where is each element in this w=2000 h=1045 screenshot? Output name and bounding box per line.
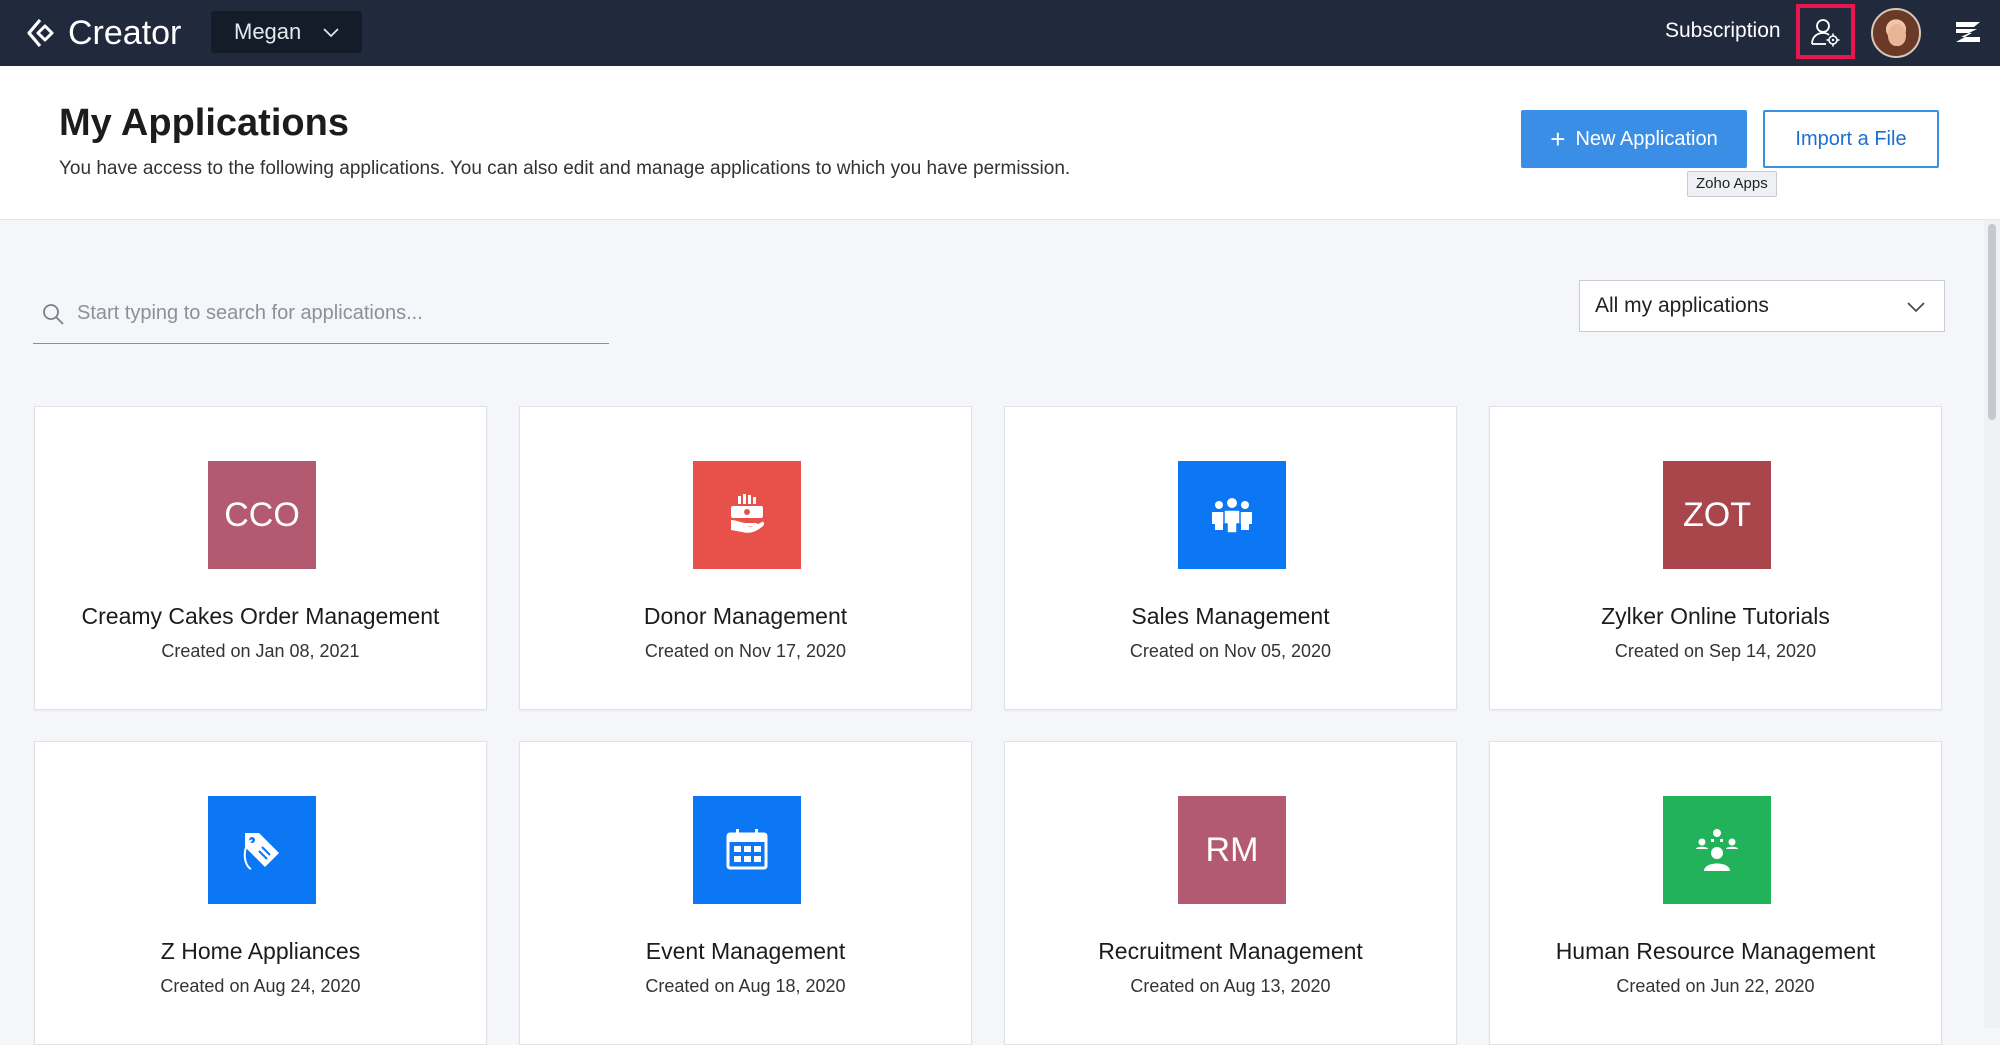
- page-title: My Applications: [59, 102, 349, 144]
- page-scrollbar[interactable]: [1984, 220, 2000, 1028]
- new-application-label: New Application: [1575, 127, 1718, 150]
- app-icon-initials: ZOT: [1663, 461, 1771, 569]
- people-group-icon: [1178, 461, 1286, 569]
- app-created-date: Created on Jun 22, 2020: [1616, 976, 1815, 996]
- search-input[interactable]: [77, 302, 597, 325]
- app-created-date: Created on Aug 13, 2020: [1130, 976, 1331, 996]
- app-name: Sales Management: [1131, 603, 1330, 629]
- team-presenter-icon: [1663, 796, 1771, 904]
- app-created-date: Created on Aug 24, 2020: [160, 976, 361, 996]
- creator-logo-icon: [27, 18, 54, 48]
- app-name: Z Home Appliances: [160, 938, 361, 964]
- page-header: My Applications You have access to the f…: [0, 66, 2000, 220]
- subscription-link[interactable]: Subscription: [1665, 19, 1781, 43]
- app-created-date: Created on Sep 14, 2020: [1614, 641, 1817, 661]
- app-initials: CCO: [224, 495, 300, 534]
- search-icon: [43, 303, 64, 325]
- app-created-date: Created on Aug 18, 2020: [645, 976, 846, 996]
- chevron-down-icon: [1907, 302, 1925, 313]
- app-logo[interactable]: Creator: [26, 14, 181, 52]
- app-name: Event Management: [645, 938, 846, 964]
- app-name: Donor Management: [643, 603, 848, 629]
- app-name: Human Resource Management: [1555, 938, 1876, 964]
- import-file-button[interactable]: Import a File: [1763, 110, 1939, 168]
- app-card[interactable]: Donor Management Created on Nov 17, 2020: [519, 406, 972, 710]
- calendar-icon: [693, 796, 801, 904]
- import-file-label: Import a File: [1795, 127, 1907, 150]
- user-avatar[interactable]: [1871, 8, 1921, 58]
- chevron-down-icon: [323, 28, 339, 38]
- app-card[interactable]: RM Recruitment Management Created on Aug…: [1004, 741, 1457, 1045]
- app-card[interactable]: Sales Management Created on Nov 05, 2020: [1004, 406, 1457, 710]
- app-created-date: Created on Nov 05, 2020: [1129, 641, 1332, 661]
- app-card[interactable]: Human Resource Management Created on Jun…: [1489, 741, 1942, 1045]
- app-created-date: Created on Jan 08, 2021: [161, 641, 360, 661]
- app-card[interactable]: Z Home Appliances Created on Aug 24, 202…: [34, 741, 487, 1045]
- search-bar: [33, 284, 609, 344]
- app-name: Creator: [68, 14, 182, 52]
- page-subtitle: You have access to the following applica…: [59, 158, 1071, 179]
- app-card[interactable]: ZOT Zylker Online Tutorials Created on S…: [1489, 406, 1942, 710]
- app-name: Zylker Online Tutorials: [1601, 603, 1830, 629]
- top-bar: Creator Megan Subscription: [0, 0, 2000, 66]
- workspace-selector[interactable]: Megan: [211, 11, 362, 53]
- zoho-z-menu-icon[interactable]: [1953, 18, 1983, 46]
- application-filter-dropdown[interactable]: All my applications: [1579, 280, 1945, 332]
- user-gear-icon: [1810, 18, 1839, 46]
- zoho-apps-tooltip: Zoho Apps: [1687, 171, 1777, 197]
- donation-hand-icon: [693, 461, 801, 569]
- scrollbar-thumb[interactable]: [1988, 224, 1996, 420]
- app-initials: RM: [1205, 830, 1259, 869]
- app-name: Creamy Cakes Order Management: [81, 603, 440, 629]
- avatar-face: [1888, 24, 1906, 46]
- zoho-apps-button[interactable]: [1796, 4, 1855, 59]
- app-card[interactable]: Event Management Created on Aug 18, 2020: [519, 741, 972, 1045]
- app-name: Recruitment Management: [1098, 938, 1363, 964]
- workspace-name: Megan: [234, 19, 302, 44]
- app-initials: ZOT: [1683, 495, 1751, 534]
- app-icon-initials: CCO: [208, 461, 316, 569]
- plus-icon: +: [1550, 124, 1566, 154]
- app-card[interactable]: CCO Creamy Cakes Order Management Create…: [34, 406, 487, 710]
- price-tag-icon: [208, 796, 316, 904]
- app-icon-initials: RM: [1178, 796, 1286, 904]
- app-created-date: Created on Nov 17, 2020: [644, 641, 847, 661]
- new-application-button[interactable]: + New Application: [1521, 110, 1747, 168]
- filter-selected-value: All my applications: [1595, 294, 1769, 317]
